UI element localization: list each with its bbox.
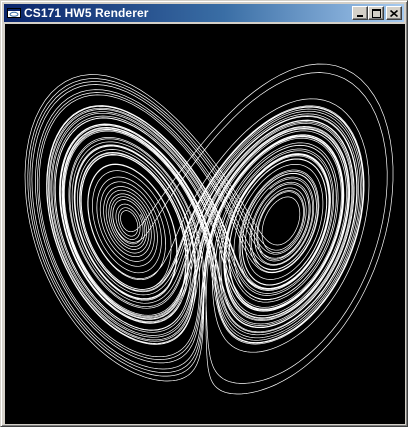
minimize-button[interactable] bbox=[352, 6, 368, 20]
renderer-window: CS171 HW5 Renderer bbox=[0, 0, 408, 427]
lorenz-attractor-icon bbox=[24, 63, 394, 395]
attractor-curve bbox=[24, 63, 394, 395]
maximize-button[interactable] bbox=[368, 6, 384, 20]
minimize-icon bbox=[357, 14, 363, 17]
window-title: CS171 HW5 Renderer bbox=[24, 6, 149, 20]
title-bar[interactable]: CS171 HW5 Renderer bbox=[4, 4, 404, 22]
close-icon bbox=[390, 9, 398, 17]
render-canvas[interactable] bbox=[5, 24, 405, 424]
maximize-icon bbox=[371, 8, 381, 18]
window-controls bbox=[352, 6, 402, 20]
app-window-icon[interactable] bbox=[6, 6, 22, 20]
close-button[interactable] bbox=[386, 6, 402, 20]
